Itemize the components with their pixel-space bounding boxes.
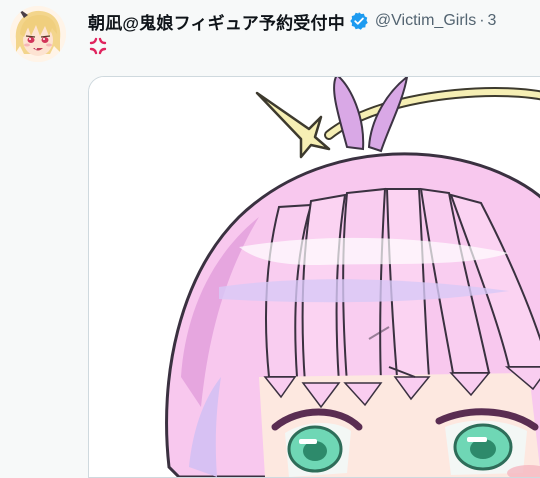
verified-badge-icon[interactable] (349, 11, 369, 31)
user-handle[interactable]: @Victim_Girls (375, 12, 476, 30)
avatar[interactable] (10, 6, 66, 62)
illustration (89, 77, 540, 477)
separator-dot: · (479, 12, 485, 29)
tweet-time[interactable]: 3 (488, 12, 497, 30)
avatar-image (10, 6, 66, 62)
tweet[interactable]: 朝凪@鬼娘フィギュア予約受付中 @Victim_Girls · 3 (0, 0, 540, 478)
tweet-media-image[interactable] (88, 76, 540, 478)
anger-symbol-icon (88, 36, 108, 56)
display-name[interactable]: 朝凪@鬼娘フィギュア予約受付中 (88, 9, 345, 34)
tweet-header: 朝凪@鬼娘フィギュア予約受付中 @Victim_Girls · 3 (88, 8, 496, 34)
tweet-text (88, 36, 108, 61)
